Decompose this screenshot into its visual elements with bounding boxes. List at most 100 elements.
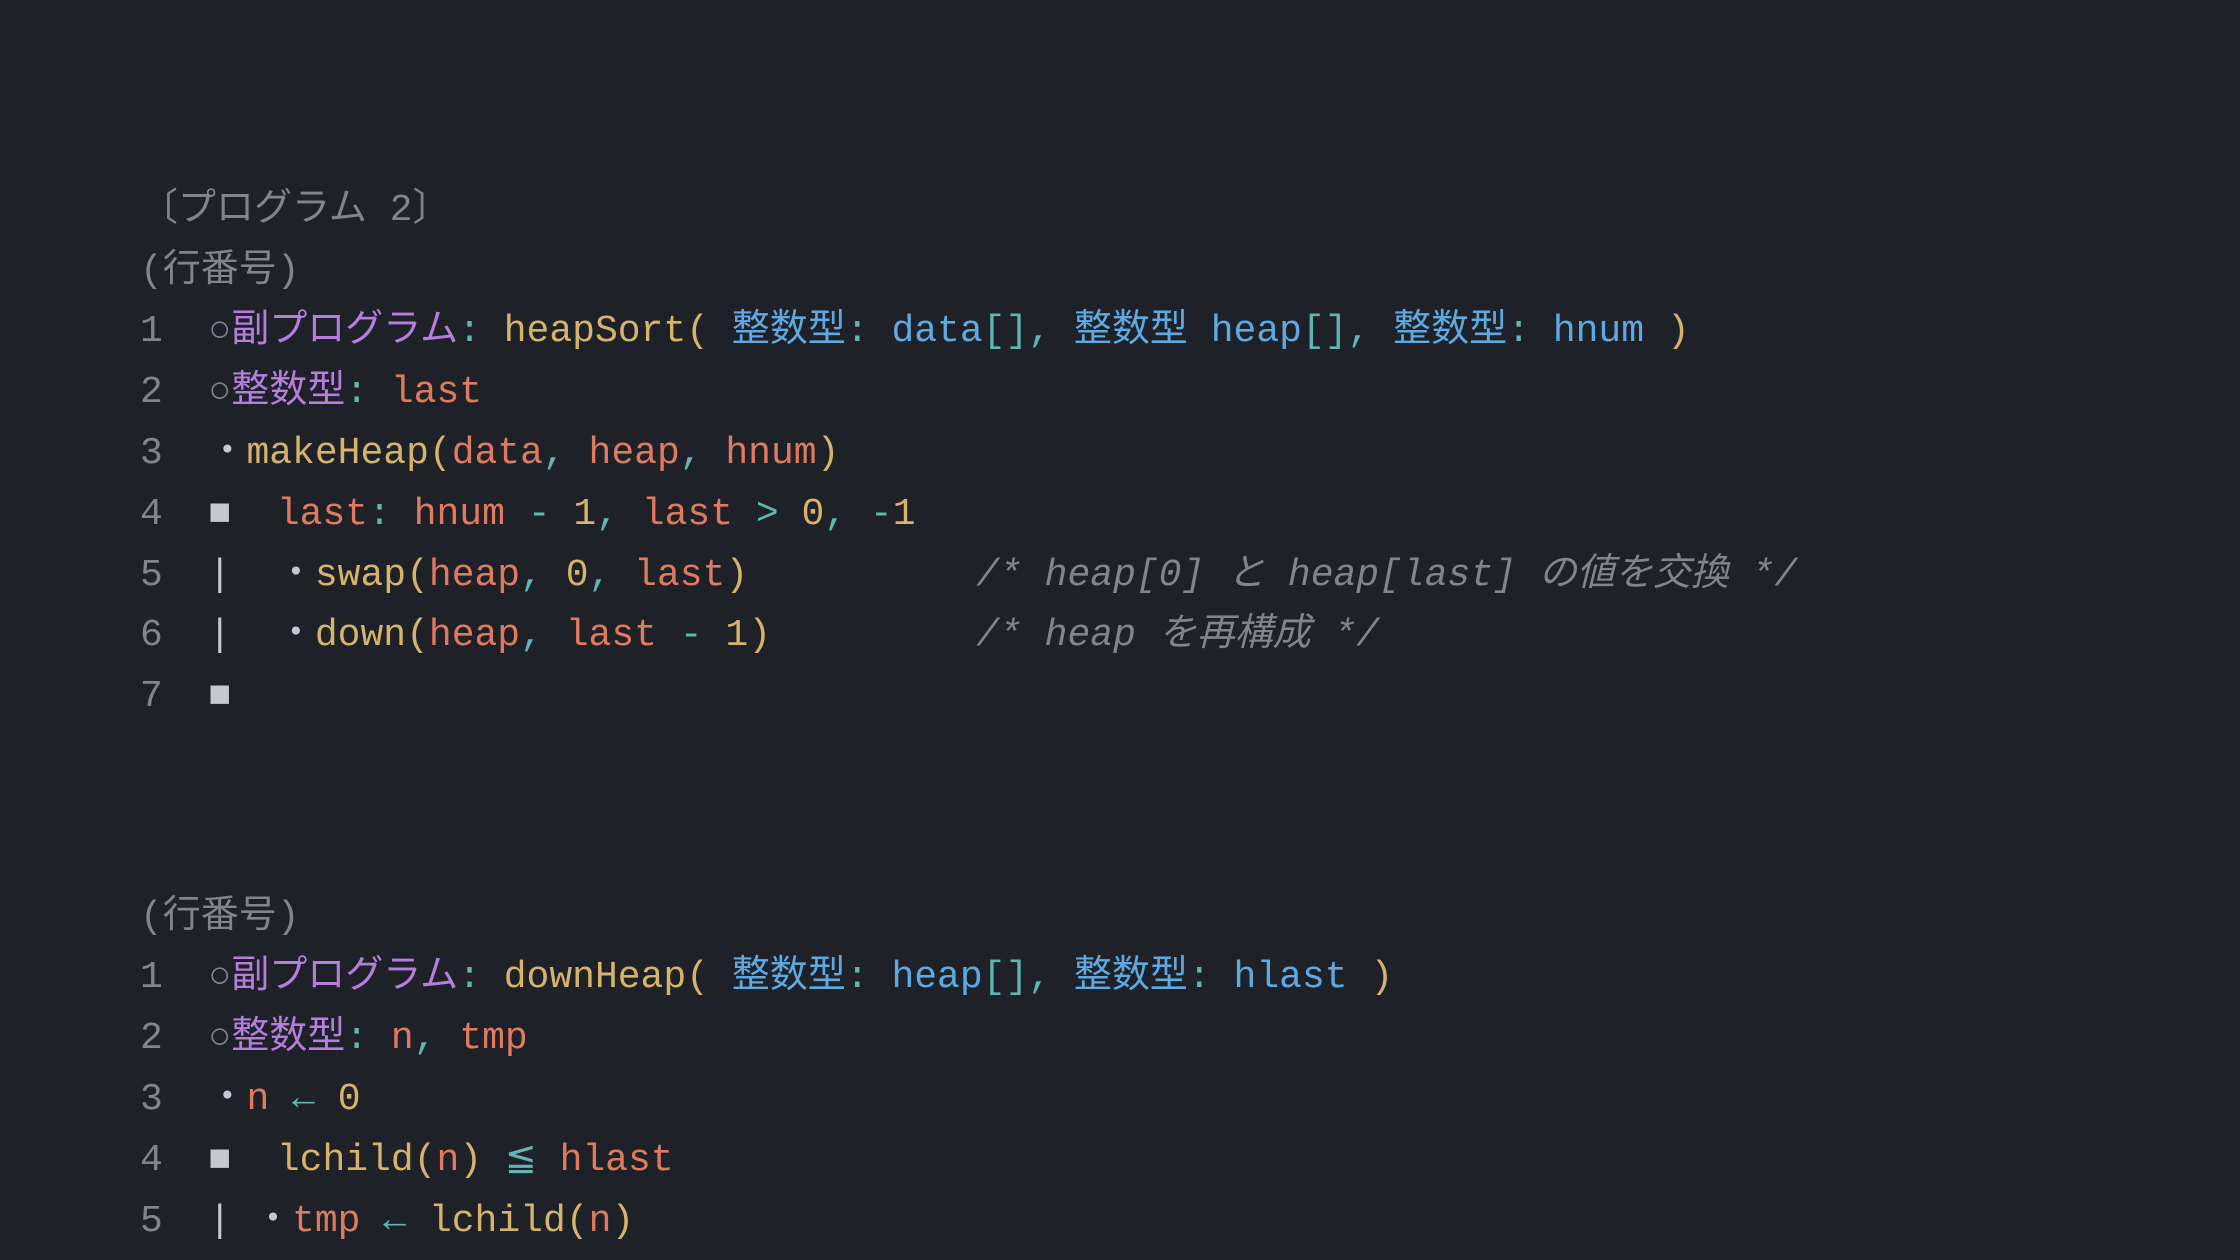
code-token <box>231 1200 254 1243</box>
code-token: heap <box>429 554 520 597</box>
code-token <box>703 614 726 657</box>
code-token: downHeap <box>504 956 686 999</box>
code-token: hnum <box>414 493 505 536</box>
code-token <box>1370 310 1393 353</box>
code-token: n <box>246 1078 269 1121</box>
code-token: ( <box>406 554 429 597</box>
line-header-2: (行番号) <box>140 896 300 939</box>
code-token: tmp <box>292 1200 360 1243</box>
code-token: ) <box>611 1200 634 1243</box>
code-token: ・ <box>208 1078 246 1121</box>
code-token: ○ <box>208 1017 231 1060</box>
code-token: ) <box>748 614 771 657</box>
code-token: : <box>1188 956 1211 999</box>
code-token <box>543 554 566 597</box>
code-token: , <box>596 493 619 536</box>
code-token <box>1211 956 1234 999</box>
code-token: /* heap を再構成 */ <box>976 614 1379 657</box>
code-token <box>869 310 892 353</box>
code-token <box>1644 310 1667 353</box>
code-token: 副プログラム <box>231 956 458 999</box>
block1-lines: 1 ○副プログラム: heapSort( 整数型: data[], 整数型 he… <box>140 302 2100 728</box>
code-token: heap <box>1211 310 1302 353</box>
code-token: hnum <box>725 432 816 475</box>
code-token: 1 <box>725 614 748 657</box>
code-token <box>315 1078 338 1121</box>
code-token <box>231 554 277 597</box>
code-token <box>231 1139 277 1182</box>
code-token <box>1051 310 1074 353</box>
code-token: > <box>756 493 779 536</box>
code-token: , <box>520 554 543 597</box>
code-token: 整数型 <box>1074 956 1188 999</box>
code-token: ○ <box>208 371 231 414</box>
code-token: ( <box>686 956 709 999</box>
code-token <box>703 432 726 475</box>
code-token: ) <box>1370 956 1393 999</box>
code-token: : <box>846 956 869 999</box>
line-header-1: (行番号) <box>140 250 300 293</box>
code-token <box>771 614 976 657</box>
code-token: [] <box>1302 310 1348 353</box>
line-number: 1 <box>140 956 163 999</box>
code-token <box>566 432 589 475</box>
code-token: - <box>680 614 703 657</box>
code-token: n <box>589 1200 612 1243</box>
code-token: lchild <box>429 1200 566 1243</box>
block2-lines: 1 ○副プログラム: downHeap( 整数型: heap[], 整数型: h… <box>140 948 2100 1260</box>
code-token: 整数型 <box>1074 310 1188 353</box>
line-number: 3 <box>140 1078 163 1121</box>
code-token: ( <box>414 1139 437 1182</box>
code-token <box>748 554 976 597</box>
code-token <box>269 1078 292 1121</box>
code-token: , <box>1028 956 1051 999</box>
code-token: : <box>345 371 368 414</box>
code-token <box>231 493 277 536</box>
code-token <box>1051 956 1074 999</box>
code-token <box>505 493 528 536</box>
code-token <box>847 493 870 536</box>
line-number: 7 <box>140 675 163 718</box>
line-number: 6 <box>140 614 163 657</box>
code-token <box>657 614 680 657</box>
code-token: 整数型 <box>231 371 345 414</box>
code-token: ○ <box>208 956 231 999</box>
code-token: ■ <box>208 493 231 536</box>
code-token: : <box>1507 310 1530 353</box>
code-token: last <box>642 493 733 536</box>
code-token: makeHeap <box>246 432 428 475</box>
code-token <box>1530 310 1553 353</box>
code-token: tmp <box>459 1017 527 1060</box>
code-token: ・ <box>277 614 315 657</box>
code-token: | <box>208 614 231 657</box>
code-token: heapSort <box>504 310 686 353</box>
code-token: 整数型 <box>732 956 846 999</box>
code-token <box>1348 956 1371 999</box>
code-token: ( <box>406 614 429 657</box>
code-block: 〔プログラム 2〕 (行番号) 1 ○副プログラム: heapSort( 整数型… <box>0 0 2240 1260</box>
code-token: 0 <box>338 1078 361 1121</box>
code-token <box>481 956 504 999</box>
code-token: : <box>458 956 481 999</box>
code-token: hlast <box>560 1139 674 1182</box>
code-token: lchild <box>277 1139 414 1182</box>
code-token <box>619 493 642 536</box>
code-token <box>611 554 634 597</box>
code-token <box>391 493 414 536</box>
code-token: ≦ <box>505 1139 537 1182</box>
code-token: : <box>846 310 869 353</box>
code-token: heap <box>891 956 982 999</box>
code-token: ( <box>686 310 709 353</box>
code-token: data <box>891 310 982 353</box>
line-number: 5 <box>140 554 163 597</box>
program-title: 〔プログラム 2〕 <box>140 189 450 232</box>
code-token: ( <box>566 1200 589 1243</box>
code-token: last <box>391 371 482 414</box>
code-token: , <box>1348 310 1371 353</box>
line-number: 2 <box>140 1017 163 1060</box>
code-token: last <box>277 493 368 536</box>
code-token: | <box>208 1200 231 1243</box>
code-token <box>551 493 574 536</box>
code-token <box>1188 310 1211 353</box>
code-token: : <box>345 1017 368 1060</box>
